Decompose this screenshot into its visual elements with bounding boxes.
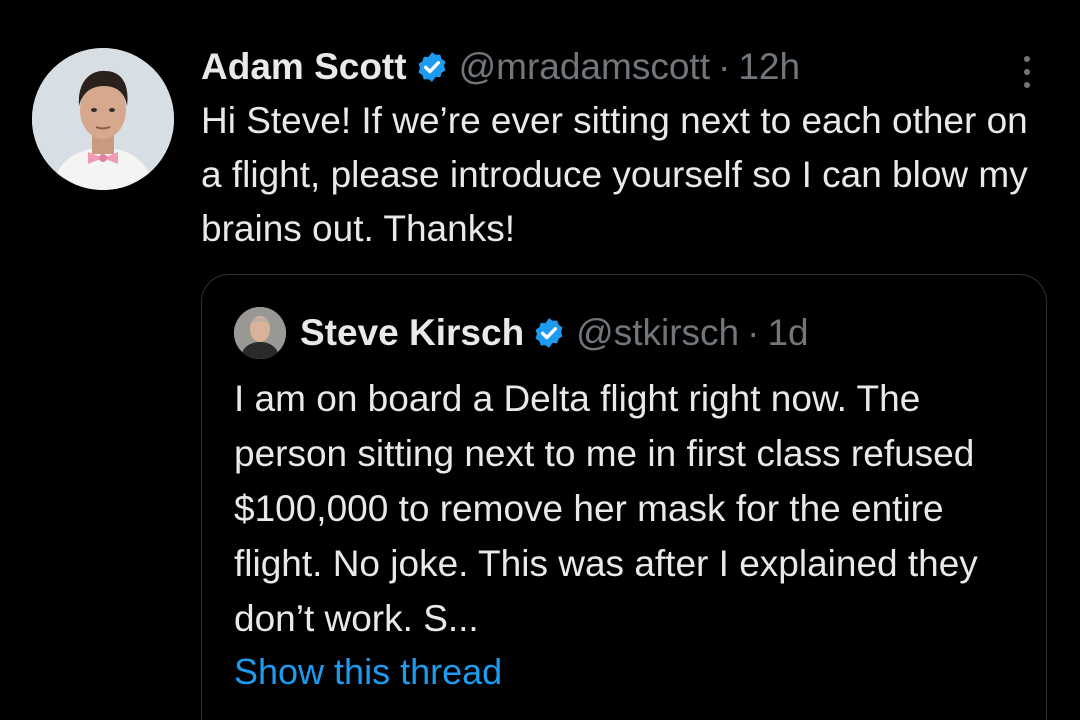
tweet-header: Adam Scott @mradamscott · 12h [201, 40, 1047, 94]
quoted-author-avatar [234, 307, 286, 359]
quoted-author-name[interactable]: Steve Kirsch [300, 312, 524, 354]
quoted-author-avatar-image [234, 307, 286, 359]
quoted-tweet-header: Steve Kirsch @stkirsch · 1d [234, 307, 809, 359]
author-name[interactable]: Adam Scott [201, 46, 407, 88]
quoted-author-handle[interactable]: @stkirsch [576, 312, 739, 354]
quoted-separator-dot: · [747, 312, 760, 353]
quoted-tweet-timestamp[interactable]: 1d [767, 312, 808, 354]
show-thread-link[interactable]: Show this thread [234, 651, 502, 693]
author-avatar-image [32, 48, 174, 190]
separator-dot: · [717, 46, 731, 87]
tweet-timestamp[interactable]: 12h [738, 46, 800, 88]
tweet[interactable]: Adam Scott @mradamscott · 12h Hi Steve! … [0, 0, 1080, 720]
verified-badge-icon [415, 50, 449, 84]
quoted-verified-badge-icon [532, 316, 566, 350]
tweet-text: Hi Steve! If we’re ever sitting next to … [201, 100, 1028, 249]
tweet-content: Adam Scott @mradamscott · 12h Hi Steve! … [201, 40, 1047, 256]
quoted-tweet-text: I am on board a Delta flight right now. … [234, 378, 978, 639]
author-handle[interactable]: @mradamscott [459, 46, 710, 88]
more-options-icon[interactable] [1007, 50, 1047, 94]
author-avatar[interactable] [32, 48, 174, 190]
quoted-tweet[interactable]: Steve Kirsch @stkirsch · 1d I am on boar… [201, 274, 1047, 720]
